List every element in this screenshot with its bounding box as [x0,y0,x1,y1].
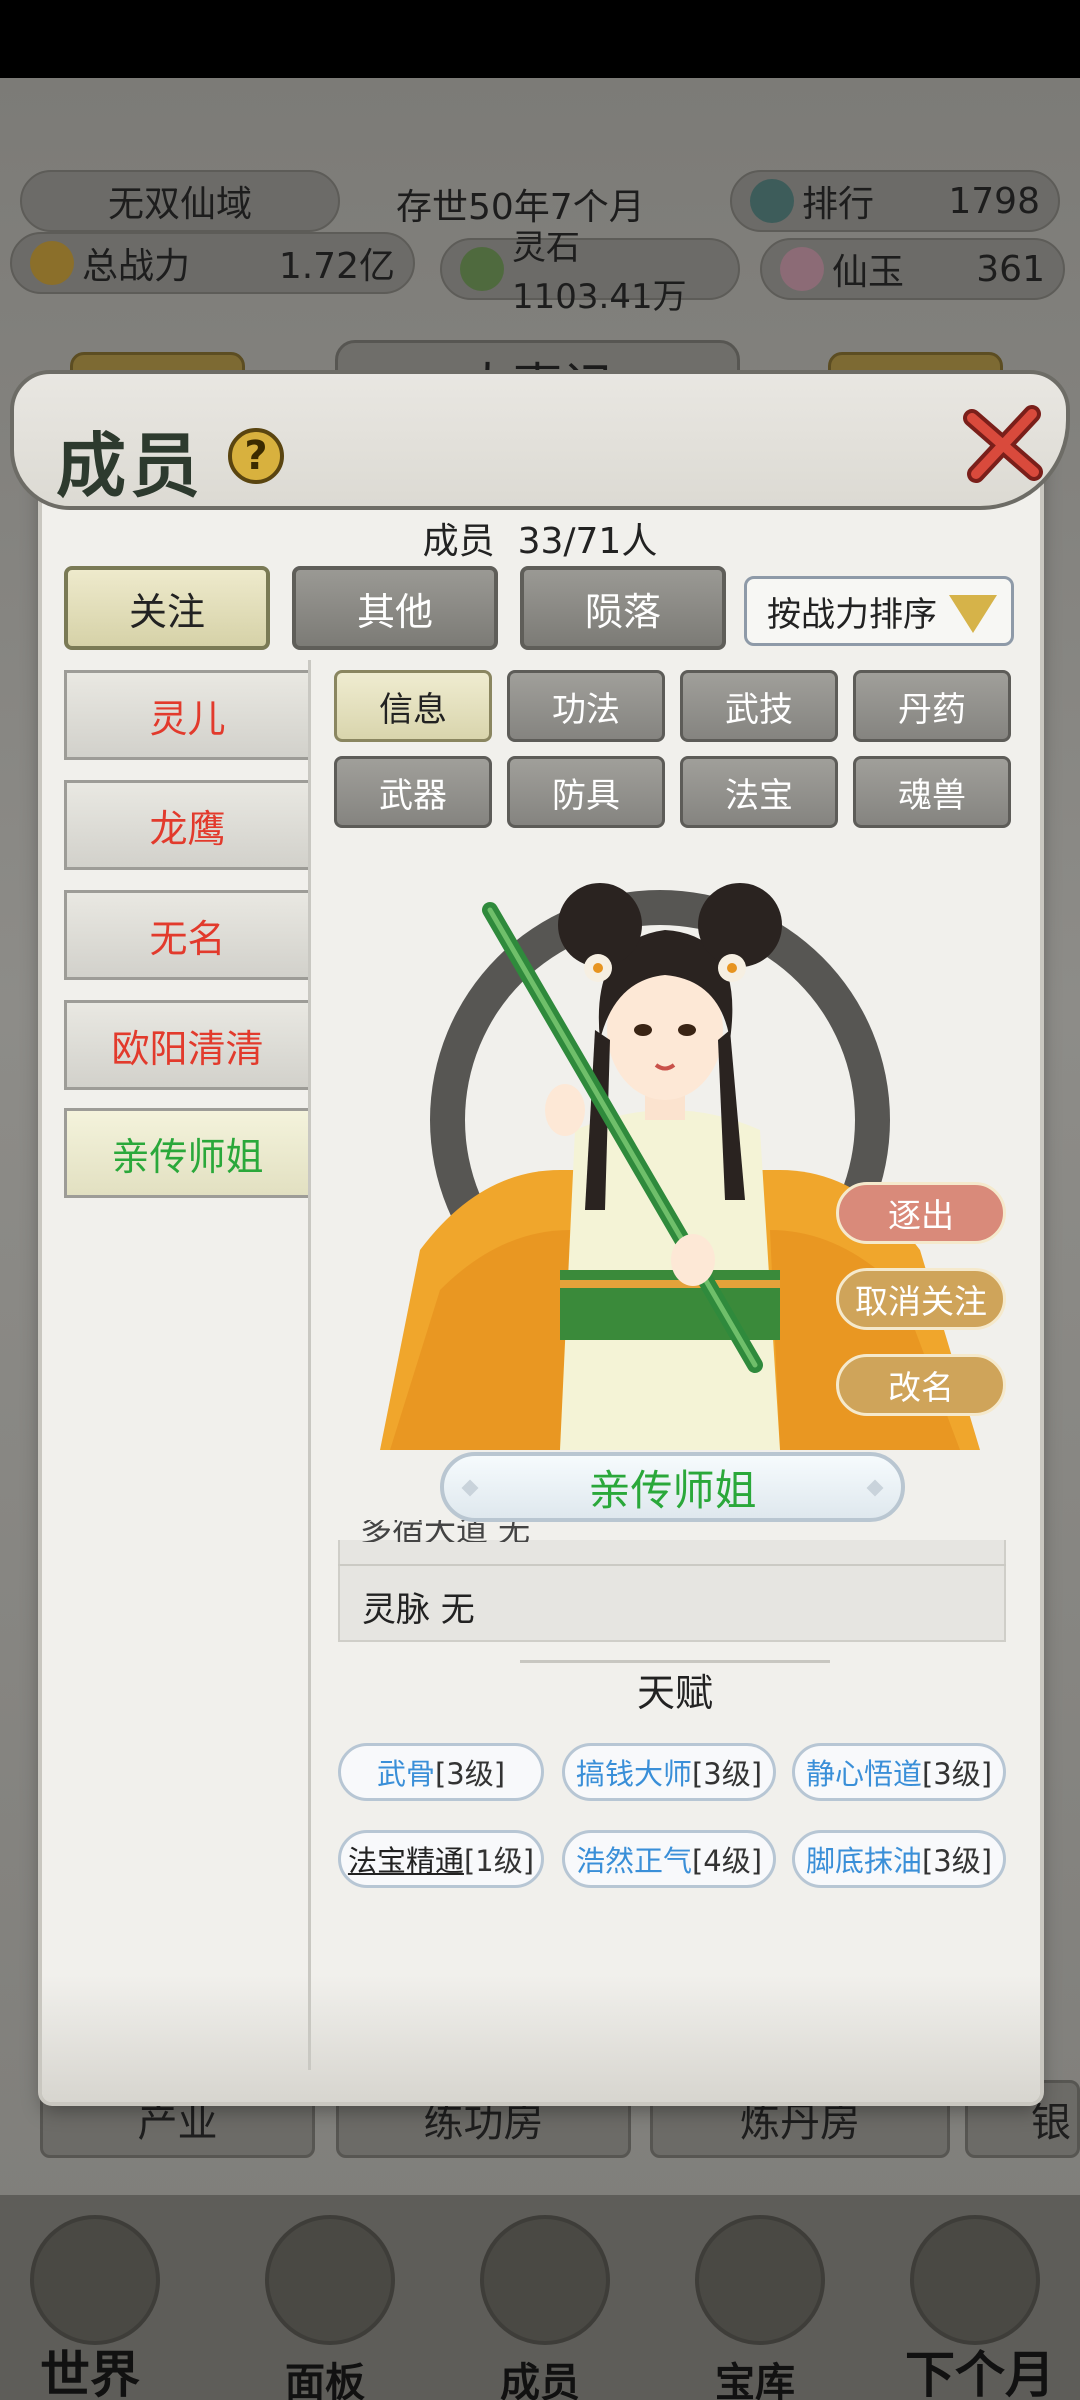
subtab-martial[interactable]: 武技 [680,670,838,742]
nav-treasury-label: 宝库 [715,2359,795,2400]
nav-next-month: 下个月 [880,2215,1080,2400]
talent-title: 天赋 [520,1660,830,1716]
talent-pill[interactable]: 脚底抹油 [3级] [792,1830,1006,1888]
nav-next-month-label: 下个月 [905,2345,1055,2400]
list-divider [308,660,311,2070]
subtab-skills[interactable]: 功法 [507,670,665,742]
panel-icon [265,2215,395,2345]
unfollow-button[interactable]: 取消关注 [836,1268,1006,1330]
world-icon [30,2215,160,2345]
member-item-selected[interactable]: 亲传师姐 [64,1108,308,1198]
talent-pill[interactable]: 法宝精通 [1级] [338,1830,544,1888]
immortal-jade: 仙玉 361 [760,238,1065,300]
jade-icon [780,247,824,291]
spirit-stone-icon [460,247,504,291]
tab-fallen[interactable]: 陨落 [520,566,726,650]
subtab-beast[interactable]: 魂兽 [853,756,1011,828]
subtab-armor[interactable]: 防具 [507,756,665,828]
chevron-down-icon [949,595,997,633]
member-name: 龙鹰 [149,806,226,851]
info-row: 灵脉 无 [362,1590,475,1630]
rename-button[interactable]: 改名 [836,1354,1006,1416]
subtab-info[interactable]: 信息 [334,670,492,742]
dialog-title: 成员 [56,424,204,507]
member-item[interactable]: 龙鹰 [64,780,308,870]
nav-panel: 面板 [235,2215,415,2400]
next-month-icon [910,2215,1040,2345]
total-power: 总战力 1.72亿 [10,232,415,294]
nav-members-label: 成员 [500,2359,580,2400]
member-name: 无名 [149,916,226,961]
subtab-treasure[interactable]: 法宝 [680,756,838,828]
member-item[interactable]: 灵儿 [64,670,308,760]
tab-followed[interactable]: 关注 [64,566,270,650]
power-icon [30,241,74,285]
member-item[interactable]: 欧阳清清 [64,1000,308,1090]
rank-display: 排行 1798 [730,170,1060,232]
subtab-weapon[interactable]: 武器 [334,756,492,828]
sort-dropdown[interactable]: 按战力排序 [744,576,1014,646]
help-icon[interactable]: ? [228,428,284,484]
nav-world-label: 世界 [40,2345,140,2400]
member-item[interactable]: 无名 [64,890,308,980]
realm-name: 无双仙域 [20,170,340,232]
member-count-label: 成员 [422,521,495,562]
divider [338,1564,1006,1566]
talent-pill[interactable]: 静心悟道 [3级] [792,1743,1006,1801]
member-name: 灵儿 [149,696,226,741]
status-bar [0,0,1080,78]
expel-button[interactable]: 逐出 [836,1182,1006,1244]
talent-pill[interactable]: 搞钱大师 [3级] [562,1743,776,1801]
treasury-icon [695,2215,825,2345]
members-icon [480,2215,610,2345]
character-nameplate: 亲传师姐 [440,1452,905,1522]
tab-others[interactable]: 其他 [292,566,498,650]
cloud-decoration [42,1975,1040,2102]
member-name: 欧阳清清 [111,1026,264,1071]
member-name: 亲传师姐 [111,1134,264,1179]
spirit-stone: 灵石1103.41万 [440,228,740,317]
nav-members: 成员 [450,2215,630,2400]
nav-world: 世界 [0,2215,180,2400]
talent-pill[interactable]: 浩然正气 [4级] [562,1830,776,1888]
member-count: 成员 33/71人 [0,512,1080,564]
nav-panel-label: 面板 [285,2359,365,2400]
close-icon[interactable] [958,398,1048,488]
talent-pill[interactable]: 武骨 [3级] [338,1743,544,1801]
subtab-pills[interactable]: 丹药 [853,670,1011,742]
info-row-cut: 多宿大道 无 [360,1520,531,1542]
member-count-value: 33/71人 [517,521,658,562]
nav-treasury: 宝库 [665,2215,845,2400]
rank-icon [750,179,794,223]
